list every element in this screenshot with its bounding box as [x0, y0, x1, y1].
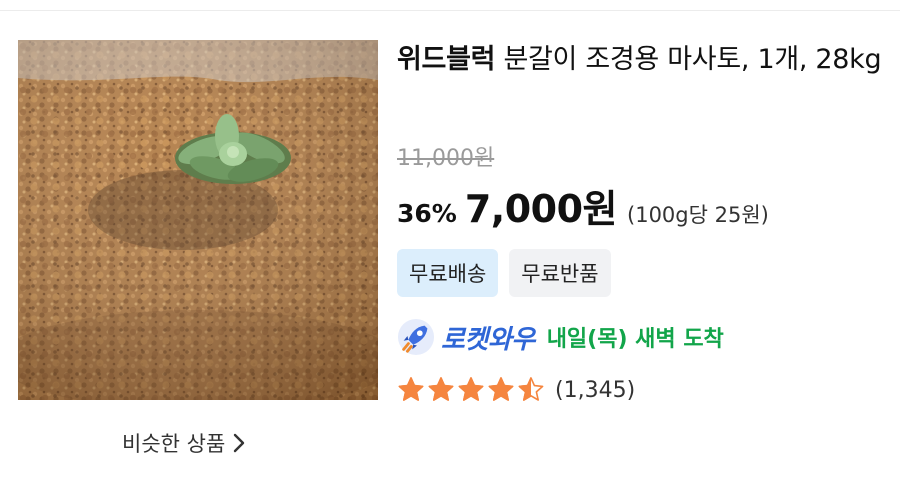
sale-price: 7,000원: [464, 187, 618, 231]
product-title-text: 분갈이 조경용 마사토, 1개, 28kg: [495, 44, 882, 75]
price-row: 36% 7,000원 (100g당 25원): [397, 178, 769, 233]
review-count: (1,345): [555, 377, 636, 403]
rating[interactable]: (1,345): [397, 376, 635, 404]
rocket-wow-label: 로켓와우: [441, 324, 535, 355]
free-shipping-badge: 무료배송: [397, 249, 499, 297]
original-price: 11,000원: [397, 146, 495, 171]
free-return-badge: 무료반품: [509, 249, 611, 297]
product-title[interactable]: 위드블럭 분갈이 조경용 마사토, 1개, 28kg: [397, 40, 887, 80]
star-icon: [488, 377, 514, 401]
star-icon: [428, 377, 454, 401]
star-icon: [458, 377, 484, 401]
product-image[interactable]: [18, 40, 378, 400]
star-icon: [398, 377, 424, 401]
badge-group: 무료배송 무료반품: [397, 249, 611, 297]
discount-rate: 36%: [397, 199, 457, 228]
top-divider: [0, 10, 900, 11]
delivery-eta: 내일(목) 새벽 도착: [546, 327, 724, 352]
unit-price: (100g당 25원): [627, 203, 769, 227]
similar-products-label: 비슷한 상품: [122, 432, 226, 456]
rocket-icon: [397, 318, 435, 356]
similar-products-link[interactable]: 비슷한 상품: [122, 428, 245, 458]
product-brand: 위드블럭: [397, 44, 496, 75]
chevron-right-icon: [234, 433, 245, 453]
product-info: 위드블럭 분갈이 조경용 마사토, 1개, 28kg 11,000원 36% 7…: [397, 40, 887, 403]
star-rating: [397, 376, 545, 404]
star-icon: [518, 377, 544, 401]
delivery-info: 로켓와우 내일(목) 새벽 도착: [397, 318, 724, 356]
